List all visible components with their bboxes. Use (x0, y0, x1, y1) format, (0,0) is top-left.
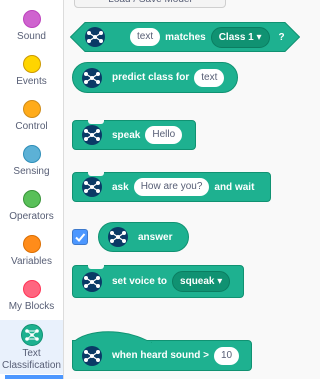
ask-question-input[interactable]: How are you? (133, 178, 210, 196)
block-palette: Load / Save Model text matches Class 1 ▾… (64, 0, 313, 379)
sound-threshold-input[interactable]: 10 (213, 346, 240, 365)
category-control[interactable]: Control (0, 100, 63, 132)
ml-network-icon (77, 122, 107, 148)
matches-block[interactable]: text matches Class 1 ▾ ? (70, 22, 300, 52)
and-wait-label: and wait (214, 181, 255, 193)
category-sidebar: Sound Events Control Sensing Operators V… (0, 0, 64, 379)
text-input[interactable]: text (194, 68, 225, 87)
when-heard-sound-label: when heard sound > (112, 350, 209, 361)
ask-label: ask (112, 181, 129, 193)
ml-network-icon (77, 269, 107, 295)
sensing-dot-icon (22, 145, 41, 163)
ml-network-icon (77, 174, 107, 200)
category-operators[interactable]: Operators (0, 190, 63, 222)
ml-network-icon (80, 24, 110, 50)
speak-text-input[interactable]: Hello (145, 126, 183, 144)
category-sound[interactable]: Sound (0, 10, 63, 42)
category-label: Operators (9, 211, 54, 222)
operators-dot-icon (22, 190, 41, 208)
category-label: Sensing (13, 166, 50, 177)
ml-network-icon (77, 65, 107, 91)
answer-label: answer (138, 231, 173, 243)
category-my-blocks[interactable]: My Blocks (0, 280, 63, 312)
set-voice-block[interactable]: set voice to squeak ▾ (72, 265, 244, 298)
when-heard-sound-hat-block[interactable]: when heard sound > 10 (72, 331, 252, 371)
my-blocks-dot-icon (22, 280, 41, 298)
answer-block[interactable]: answer (98, 222, 189, 252)
block-notch (88, 265, 104, 269)
category-label: Sound (17, 31, 46, 42)
category-sensing[interactable]: Sensing (0, 145, 63, 177)
control-dot-icon (22, 100, 41, 118)
matches-label: matches (165, 31, 206, 43)
ask-block[interactable]: ask How are you? and wait (72, 172, 271, 202)
category-events[interactable]: Events (0, 55, 63, 87)
ml-network-icon (103, 224, 133, 250)
sound-dot-icon (22, 10, 41, 28)
class-dropdown[interactable]: Class 1 ▾ (210, 26, 270, 48)
voice-dropdown[interactable]: squeak ▾ (172, 271, 231, 292)
category-label: Events (16, 76, 47, 87)
text-input[interactable]: text (130, 28, 161, 46)
hat-cap-shape (72, 331, 152, 343)
question-label: ? (278, 31, 285, 43)
predict-class-block[interactable]: predict class for text (72, 62, 238, 93)
check-icon (75, 233, 86, 242)
speak-label: speak (112, 129, 141, 141)
events-dot-icon (22, 55, 41, 73)
answer-monitor-checkbox[interactable] (72, 229, 88, 245)
predict-label: predict class for (112, 72, 190, 83)
category-label: Text Classification (2, 348, 61, 371)
block-notch (88, 172, 104, 176)
category-variables[interactable]: Variables (0, 235, 63, 267)
category-text-classification[interactable]: Text Classification (0, 320, 63, 374)
block-notch (88, 120, 104, 124)
selected-category-indicator (5, 375, 63, 379)
variables-dot-icon (22, 235, 41, 253)
category-label: Control (15, 121, 48, 132)
load-save-model-button[interactable]: Load / Save Model (74, 0, 226, 8)
ml-network-icon (20, 324, 43, 346)
ml-network-icon (77, 343, 107, 369)
set-voice-label: set voice to (112, 276, 168, 287)
category-label: Variables (11, 256, 52, 267)
speak-block[interactable]: speak Hello (72, 120, 196, 150)
category-label: My Blocks (8, 301, 55, 312)
